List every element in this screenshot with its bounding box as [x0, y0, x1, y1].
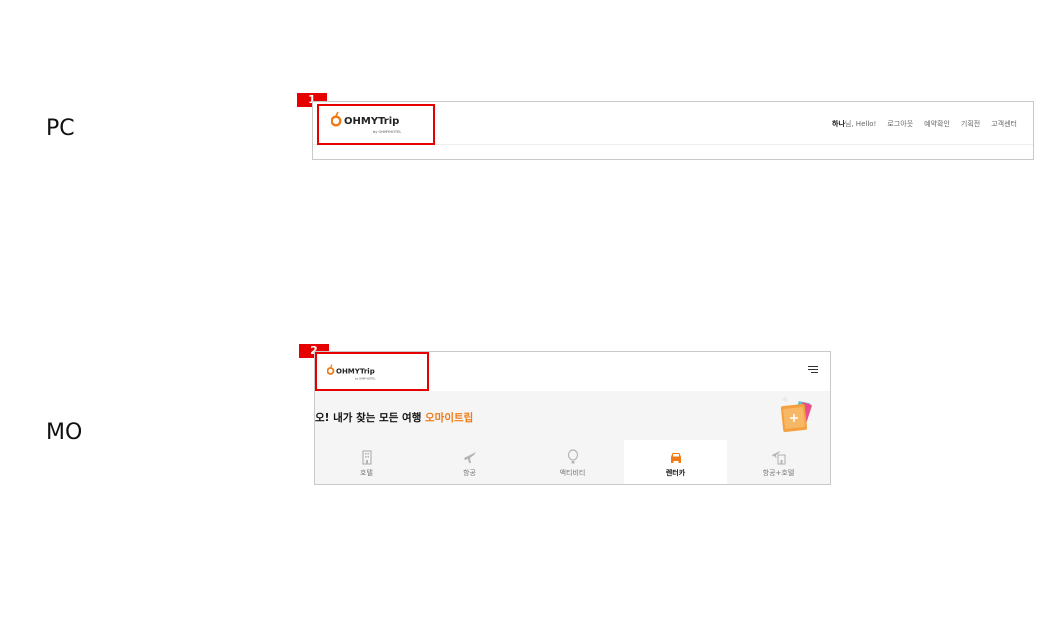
tab-flight[interactable]: 항공 [418, 440, 521, 484]
car-icon [670, 452, 681, 463]
pc-greeting: 하나님, Hello! [832, 119, 876, 129]
pc-nav-logout[interactable]: 로그아웃 [887, 119, 913, 129]
pc-nav-support[interactable]: 고객센터 [991, 119, 1017, 129]
mo-section-label: MO [46, 420, 83, 445]
mo-tagline-brand: 오마이트립 [425, 412, 474, 424]
pc-section-label: PC [46, 116, 75, 141]
balloon-icon [567, 448, 578, 463]
tab-flight-hotel-label: 항공+호텔 [762, 468, 795, 477]
mo-category-tabs: 호텔 항공 액티비티 렌터카 항공+호텔 [315, 440, 830, 484]
tab-flight-label: 항공 [463, 468, 476, 477]
tab-hotel[interactable]: 호텔 [315, 440, 418, 484]
flight-hotel-icon [771, 450, 786, 465]
pc-nav-reservation[interactable]: 예약확인 [924, 119, 950, 129]
tab-flight-hotel[interactable]: 항공+호텔 [727, 440, 830, 484]
mo-logo-highlight [315, 352, 429, 391]
airplane-icon [463, 451, 476, 463]
pc-greeting-name: 하나 [832, 120, 845, 128]
tab-hotel-label: 호텔 [360, 468, 373, 477]
hamburger-menu-icon[interactable] [808, 366, 818, 375]
mo-tagline-inner: 오! 내가 찾는 모든 여행 오마이트립 [315, 410, 473, 425]
hotel-icon [361, 449, 372, 465]
travel-ticket-icon [780, 396, 812, 432]
mo-tagline-prefix: 오! 내가 찾는 모든 여행 [315, 412, 426, 424]
pc-greeting-rest: 님, Hello! [844, 120, 877, 128]
pc-nav-promotion[interactable]: 기획전 [961, 119, 980, 129]
tab-activity-label: 액티비티 [559, 468, 586, 477]
tab-activity[interactable]: 액티비티 [521, 440, 624, 484]
tab-rentcar[interactable]: 렌터카 [624, 440, 727, 484]
mo-banner: 오! 내가 찾는 모든 여행 오마이트립 [315, 391, 830, 440]
tab-rentcar-label: 렌터카 [665, 468, 686, 477]
pc-logo-highlight [317, 104, 435, 145]
pc-nav: 하나님, Hello! 로그아웃 예약확인 기획전 고객센터 [832, 119, 1017, 129]
